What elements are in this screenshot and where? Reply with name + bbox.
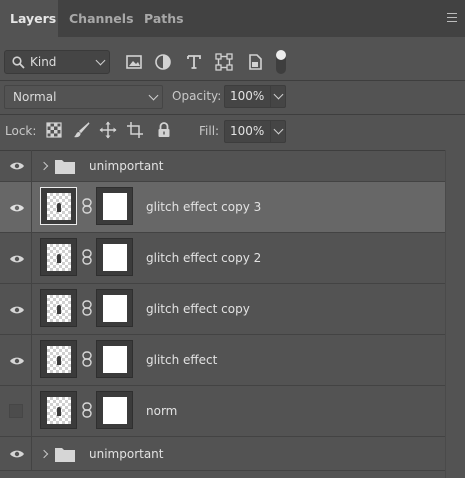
- search-icon: [12, 56, 25, 69]
- link-icon[interactable]: [82, 300, 92, 316]
- chevron-down-icon: [273, 124, 284, 135]
- fill-dropdown[interactable]: [270, 121, 285, 142]
- chevron-right-icon[interactable]: [39, 449, 49, 459]
- layer-name: glitch effect copy 3: [146, 200, 262, 214]
- layer-row[interactable]: norm: [0, 386, 445, 437]
- blend-mode-value: Normal: [13, 90, 57, 104]
- visibility-toggle-off[interactable]: [9, 404, 23, 418]
- opacity-field[interactable]: 100%: [224, 85, 286, 108]
- chevron-down-icon: [148, 90, 159, 101]
- layer-mask-thumbnail[interactable]: [96, 238, 133, 276]
- layer-name: unimportant: [89, 447, 164, 461]
- layer-group-row[interactable]: unimportant: [0, 150, 445, 182]
- folder-icon: [55, 160, 75, 174]
- eye-icon[interactable]: [9, 203, 25, 213]
- adjustment-filter-icon[interactable]: [153, 52, 173, 72]
- divider: [0, 114, 465, 115]
- layer-thumbnail[interactable]: [40, 340, 77, 378]
- layer-name: norm: [146, 404, 178, 418]
- filter-kind-label: Kind: [30, 55, 57, 69]
- layer-thumbnail[interactable]: [40, 391, 77, 429]
- chevron-down-icon: [273, 89, 284, 100]
- layer-name: glitch effect copy: [146, 302, 250, 316]
- layer-name: glitch effect copy 2: [146, 251, 262, 265]
- visibility-column[interactable]: [0, 335, 32, 385]
- layer-row[interactable]: glitch effect: [0, 335, 445, 386]
- fill-label: Fill:: [199, 124, 220, 138]
- opacity-label: Opacity:: [172, 89, 222, 103]
- filter-toggle[interactable]: [276, 50, 286, 74]
- eye-icon[interactable]: [9, 254, 25, 264]
- tab-paths[interactable]: Paths: [144, 0, 184, 37]
- layer-mask-thumbnail[interactable]: [96, 391, 133, 429]
- visibility-column[interactable]: [0, 150, 32, 181]
- filter-kind-select[interactable]: Kind: [4, 50, 110, 74]
- layer-thumbnail[interactable]: [40, 289, 77, 327]
- layer-mask-thumbnail[interactable]: [96, 187, 133, 225]
- chevron-right-icon[interactable]: [39, 161, 49, 171]
- visibility-column[interactable]: [0, 182, 32, 232]
- shape-filter-icon[interactable]: [214, 52, 234, 72]
- eye-icon[interactable]: [9, 161, 25, 171]
- folder-icon: [55, 448, 75, 462]
- smart-object-filter-icon[interactable]: [245, 52, 265, 72]
- link-icon[interactable]: [82, 402, 92, 418]
- layer-row[interactable]: glitch effect copy 3: [0, 182, 445, 233]
- type-filter-icon[interactable]: [184, 52, 204, 72]
- fill-field[interactable]: 100%: [224, 120, 286, 143]
- panel-tab-bar: Layers Channels Paths: [0, 0, 465, 37]
- eye-icon[interactable]: [9, 356, 25, 366]
- layers-scrollbar[interactable]: [445, 150, 465, 478]
- visibility-column[interactable]: [0, 284, 32, 334]
- link-icon[interactable]: [82, 198, 92, 214]
- layer-row[interactable]: glitch effect copy 2: [0, 233, 445, 284]
- layer-mask-thumbnail[interactable]: [96, 289, 133, 327]
- divider: [0, 80, 465, 81]
- lock-artboard-icon[interactable]: [126, 121, 144, 139]
- lock-position-icon[interactable]: [99, 121, 117, 139]
- tab-layers[interactable]: Layers: [0, 0, 58, 37]
- eye-icon[interactable]: [9, 305, 25, 315]
- lock-transparent-pixels-icon[interactable]: [45, 121, 63, 139]
- lock-label: Lock:: [5, 124, 37, 138]
- layer-thumbnail[interactable]: [40, 187, 77, 225]
- opacity-value: 100%: [230, 89, 265, 103]
- visibility-column[interactable]: [0, 437, 32, 470]
- panel-menu-icon[interactable]: [447, 13, 457, 22]
- opacity-dropdown[interactable]: [270, 86, 285, 107]
- toggle-knob: [276, 50, 286, 60]
- fill-value: 100%: [230, 124, 265, 138]
- layer-group-row[interactable]: unimportant: [0, 437, 445, 471]
- layer-row[interactable]: glitch effect copy: [0, 284, 445, 335]
- layer-thumbnail[interactable]: [40, 238, 77, 276]
- image-filter-icon[interactable]: [124, 52, 144, 72]
- lock-image-pixels-icon[interactable]: [73, 121, 91, 139]
- layers-list: unimportant glitch effect copy 3 glitch …: [0, 150, 465, 478]
- layer-name: unimportant: [89, 159, 164, 173]
- blend-mode-select[interactable]: Normal: [4, 85, 163, 109]
- eye-icon[interactable]: [9, 449, 25, 459]
- layer-name: glitch effect: [146, 353, 218, 367]
- visibility-column[interactable]: [0, 386, 32, 436]
- link-icon[interactable]: [82, 249, 92, 265]
- chevron-down-icon: [95, 55, 106, 66]
- layer-mask-thumbnail[interactable]: [96, 340, 133, 378]
- tab-channels[interactable]: Channels: [69, 0, 134, 37]
- lock-all-icon[interactable]: [155, 121, 173, 139]
- link-icon[interactable]: [82, 351, 92, 367]
- visibility-column[interactable]: [0, 233, 32, 283]
